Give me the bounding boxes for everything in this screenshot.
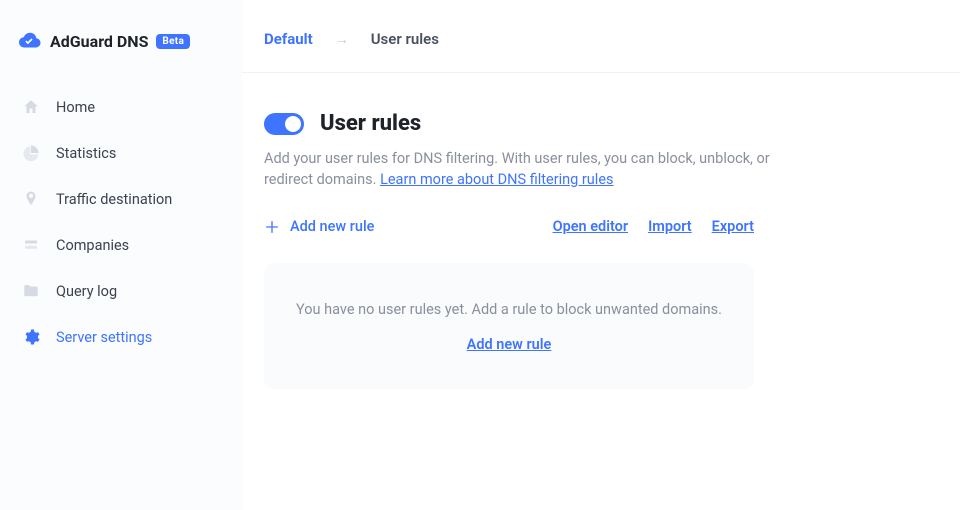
sidebar-item-label: Traffic destination [56,191,172,208]
stack-icon [22,236,40,254]
sidebar-item-home[interactable]: Home [0,84,242,130]
beta-badge: Beta [156,34,190,49]
breadcrumb-current: User rules [371,30,439,48]
open-editor-link[interactable]: Open editor [553,218,629,235]
gear-icon [22,328,40,346]
sidebar-item-label: Companies [56,237,129,254]
brand: AdGuard DNS Beta [0,20,242,84]
pin-icon [22,190,40,208]
sidebar-item-label: Query log [56,283,117,300]
sidebar-item-label: Home [56,99,95,116]
sidebar-item-query-log[interactable]: Query log [0,268,242,314]
actions-row: Add new rule Open editor Import Export [264,218,754,235]
sidebar-item-label: Server settings [56,329,152,346]
pie-icon [22,144,40,162]
brand-name: AdGuard DNS [50,32,148,51]
cloud-check-icon [16,28,42,54]
home-icon [22,98,40,116]
sidebar-nav: Home Statistics Traffic destination Comp… [0,84,242,360]
toggle-knob [285,116,301,132]
user-rules-toggle[interactable] [264,113,304,135]
import-link[interactable]: Import [648,218,692,235]
add-new-rule-label: Add new rule [290,218,374,235]
learn-more-link[interactable]: Learn more about DNS filtering rules [380,171,613,188]
folder-icon [22,282,40,300]
sidebar: AdGuard DNS Beta Home Statistics Traf [0,0,242,510]
breadcrumb: Default → User rules [242,0,960,73]
title-row: User rules [264,111,938,136]
empty-state-add-rule-link[interactable]: Add new rule [467,336,552,353]
action-links: Open editor Import Export [553,218,754,235]
sidebar-item-statistics[interactable]: Statistics [0,130,242,176]
add-new-rule-button[interactable]: Add new rule [264,218,374,235]
main: Default → User rules User rules Add your… [242,0,960,510]
sidebar-item-companies[interactable]: Companies [0,222,242,268]
page-title: User rules [320,111,421,136]
sidebar-item-server-settings[interactable]: Server settings [0,314,242,360]
breadcrumb-root[interactable]: Default [264,30,313,48]
sidebar-item-traffic-destination[interactable]: Traffic destination [0,176,242,222]
plus-icon [264,219,280,235]
export-link[interactable]: Export [712,218,754,235]
empty-state-text: You have no user rules yet. Add a rule t… [294,299,724,320]
sidebar-item-label: Statistics [56,145,116,162]
arrow-right-icon: → [335,31,349,48]
empty-state-card: You have no user rules yet. Add a rule t… [264,263,754,389]
page-description: Add your user rules for DNS filtering. W… [264,148,774,190]
content: User rules Add your user rules for DNS f… [242,73,960,411]
